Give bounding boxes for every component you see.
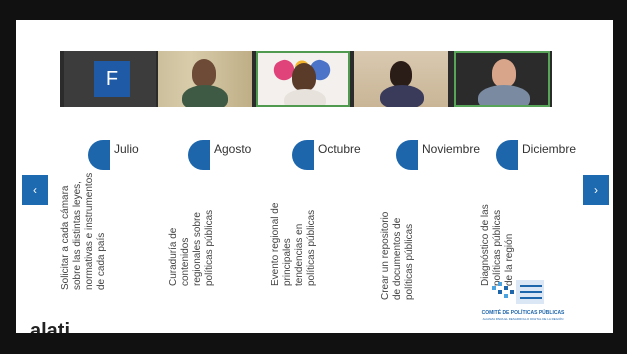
participant-body (284, 89, 326, 105)
participant-tile-video-3[interactable] (354, 51, 448, 107)
committee-logo: COMITÉ DE POLÍTICAS PÚBLICAS ALIANZA PAR… (458, 278, 588, 326)
participant-head (292, 63, 316, 91)
participant-tile-video-4[interactable] (454, 51, 550, 107)
timeline-month: Julio (114, 142, 139, 156)
participant-body (182, 85, 228, 107)
shared-slide: F ‹ › Julio Solicitar a cada cámara sobr… (16, 20, 613, 333)
pie-chart-icon (188, 140, 210, 170)
participant-body (380, 85, 424, 107)
pie-chart-icon (396, 140, 418, 170)
timeline-month: Diciembre (522, 142, 577, 156)
brand-logo-text: alati (30, 320, 71, 333)
timeline-month: Noviembre (422, 142, 481, 156)
previous-slide-button[interactable]: ‹ (22, 175, 48, 205)
logo-title: COMITÉ DE POLÍTICAS PÚBLICAS (481, 310, 565, 316)
participant-tile-video-1[interactable] (158, 51, 252, 107)
meeting-bottom-bar (0, 333, 627, 354)
participant-tile-f[interactable]: F (64, 51, 156, 107)
timeline-description: Solicitar a cada cámara sobre las distin… (60, 172, 107, 290)
timeline-description: Evento regional de principales tendencia… (270, 202, 317, 286)
next-slide-button[interactable]: › (583, 175, 609, 205)
timeline-description: Crear un repositorio de documentos de po… (380, 211, 415, 300)
timeline-month: Octubre (318, 142, 361, 156)
timeline-month: Agosto (214, 142, 252, 156)
logo-subtitle: ALIANZA PARA EL DESARROLLO DIGITAL DE LA… (482, 317, 564, 321)
logo-mark-icon (492, 280, 544, 304)
timeline-description: Diagnóstico de las políticas públicas de… (480, 204, 515, 286)
participant-head (492, 59, 516, 87)
pie-chart-icon (496, 140, 518, 170)
participant-body (478, 85, 530, 105)
participant-video-strip: F (60, 51, 552, 107)
participant-tile-video-2[interactable] (256, 51, 350, 107)
participant-avatar: F (94, 61, 130, 97)
participant-head (390, 61, 412, 87)
pie-chart-icon (292, 140, 314, 170)
participant-head (192, 59, 216, 87)
timeline-description: Curaduría de contenidos regionales sobre… (168, 209, 215, 286)
